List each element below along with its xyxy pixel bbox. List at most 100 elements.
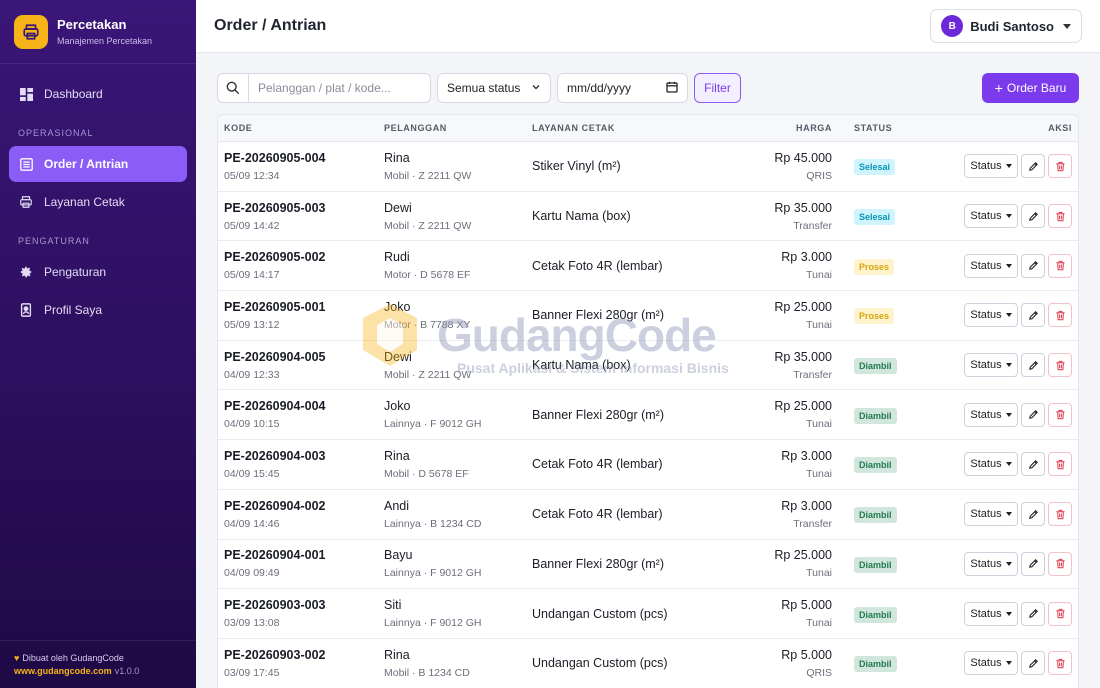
status-button-label: Status (970, 508, 1002, 521)
sidebar-item-pengaturan[interactable]: Pengaturan (9, 254, 187, 290)
status-dropdown-button[interactable]: Status (964, 502, 1018, 527)
table-row[interactable]: PE-20260903-002 03/09 17:45 Rina Mobil ·… (218, 639, 1078, 688)
delete-button[interactable] (1048, 303, 1072, 328)
filter-button[interactable]: Filter (694, 73, 741, 103)
status-button-label: Status (970, 458, 1002, 471)
delete-button[interactable] (1048, 154, 1072, 179)
trash-icon (1055, 608, 1065, 619)
order-price: Rp 5.000 (781, 647, 832, 662)
chevron-down-icon (531, 81, 541, 95)
table-row[interactable]: PE-20260904-001 04/09 09:49 Bayu Lainnya… (218, 540, 1078, 590)
edit-button[interactable] (1021, 253, 1045, 278)
status-button-label: Status (970, 210, 1002, 223)
edit-button[interactable] (1021, 402, 1045, 427)
col-harga[interactable]: HARGA (728, 123, 832, 133)
order-time: 05/09 14:17 (224, 269, 280, 282)
sidebar-item-profil-saya[interactable]: Profil Saya (9, 292, 187, 328)
sidebar-item-layanan-cetak[interactable]: Layanan Cetak (9, 184, 187, 220)
delete-button[interactable] (1048, 253, 1072, 278)
edit-button[interactable] (1021, 353, 1045, 378)
table-row[interactable]: PE-20260904-005 04/09 12:33 Dewi Mobil ·… (218, 341, 1078, 391)
edit-button[interactable] (1021, 452, 1045, 477)
customer-name: Rina (384, 647, 410, 662)
table-row[interactable]: PE-20260903-003 03/09 13:08 Siti Lainnya… (218, 589, 1078, 639)
search-icon[interactable] (218, 74, 249, 102)
service-name: Undangan Custom (pcs) (532, 656, 668, 671)
customer-name: Andi (384, 498, 410, 513)
status-dropdown-button[interactable]: Status (964, 452, 1018, 477)
status-dropdown-button[interactable]: Status (964, 551, 1018, 576)
order-code: PE-20260903-002 (224, 647, 326, 662)
pencil-icon (1028, 509, 1038, 519)
status-dropdown-button[interactable]: Status (964, 204, 1018, 229)
delete-button[interactable] (1048, 651, 1072, 676)
calendar-icon[interactable] (666, 81, 678, 96)
status-dropdown-button[interactable]: Status (964, 303, 1018, 328)
table-row[interactable]: PE-20260905-001 05/09 13:12 Joko Motor ·… (218, 291, 1078, 341)
brand[interactable]: Percetakan Manajemen Percetakan (0, 0, 196, 64)
gudangcode-link[interactable]: www.gudangcode.com (14, 666, 112, 676)
topbar: Order / Antrian B Budi Santoso (196, 0, 1100, 53)
table-row[interactable]: PE-20260904-003 04/09 15:45 Rina Mobil ·… (218, 440, 1078, 490)
customer-vehicle: Lainnya · B 1234 CD (384, 517, 482, 530)
status-dropdown-button[interactable]: Status (964, 651, 1018, 676)
edit-button[interactable] (1021, 303, 1045, 328)
delete-button[interactable] (1048, 353, 1072, 378)
edit-button[interactable] (1021, 204, 1045, 229)
table-row[interactable]: PE-20260904-004 04/09 10:15 Joko Lainnya… (218, 390, 1078, 441)
caret-down-icon (1005, 512, 1012, 517)
delete-button[interactable] (1048, 402, 1072, 427)
service-name: Kartu Nama (box) (532, 209, 631, 224)
pencil-icon (1028, 261, 1038, 271)
payment-method: Transfer (793, 368, 832, 381)
trash-icon (1055, 310, 1065, 321)
edit-button[interactable] (1021, 551, 1045, 576)
edit-button[interactable] (1021, 601, 1045, 626)
edit-button[interactable] (1021, 651, 1045, 676)
sidebar-item-order-antrian[interactable]: Order / Antrian (9, 146, 187, 182)
col-pelanggan[interactable]: PELANGGAN (384, 123, 532, 133)
caret-down-icon (1005, 661, 1012, 666)
order-time: 04/09 10:15 (224, 418, 280, 431)
search-input[interactable] (249, 74, 430, 102)
status-filter-select[interactable]: Semua status (437, 73, 551, 103)
customer-vehicle: Mobil · Z 2211 QW (384, 219, 472, 232)
delete-button[interactable] (1048, 452, 1072, 477)
col-layanan[interactable]: LAYANAN CETAK (532, 123, 728, 133)
status-dropdown-button[interactable]: Status (964, 154, 1018, 179)
customer-vehicle: Mobil · Z 2211 QW (384, 169, 472, 182)
customer-vehicle: Motor · D 5678 EF (384, 269, 471, 282)
order-code: PE-20260904-002 (224, 498, 326, 513)
caret-down-icon (1005, 363, 1012, 368)
status-dropdown-button[interactable]: Status (964, 353, 1018, 378)
edit-button[interactable] (1021, 154, 1045, 179)
new-order-label: Order Baru (1006, 81, 1067, 95)
avatar: B (941, 15, 964, 37)
status-dropdown-button[interactable]: Status (964, 253, 1018, 278)
table-row[interactable]: PE-20260905-004 05/09 12:34 Rina Mobil ·… (218, 142, 1078, 192)
sidebar-item-dashboard[interactable]: Dashboard (9, 76, 187, 112)
status-badge: Proses (854, 308, 895, 325)
plus-icon: + (994, 80, 1003, 96)
delete-button[interactable] (1048, 502, 1072, 527)
date-filter-input[interactable]: mm/dd/yyyy (557, 73, 688, 103)
new-order-button[interactable]: + Order Baru (982, 73, 1079, 103)
col-kode[interactable]: KODE (218, 123, 384, 133)
payment-method: Tunai (806, 269, 832, 282)
order-price: Rp 5.000 (781, 598, 832, 613)
status-dropdown-button[interactable]: Status (964, 601, 1018, 626)
table-row[interactable]: PE-20260905-003 05/09 14:42 Dewi Mobil ·… (218, 192, 1078, 242)
caret-down-icon (1005, 611, 1012, 616)
status-dropdown-button[interactable]: Status (964, 402, 1018, 427)
user-menu-button[interactable]: B Budi Santoso (930, 9, 1082, 43)
order-time: 05/09 13:12 (224, 318, 280, 331)
edit-button[interactable] (1021, 502, 1045, 527)
col-status[interactable]: STATUS (832, 123, 934, 133)
delete-button[interactable] (1048, 551, 1072, 576)
delete-button[interactable] (1048, 204, 1072, 229)
delete-button[interactable] (1048, 601, 1072, 626)
nav-section-operasional: OPERASIONAL (18, 128, 94, 138)
pencil-icon (1028, 559, 1038, 569)
table-row[interactable]: PE-20260905-002 05/09 14:17 Rudi Motor ·… (218, 241, 1078, 292)
table-row[interactable]: PE-20260904-002 04/09 14:46 Andi Lainnya… (218, 490, 1078, 540)
